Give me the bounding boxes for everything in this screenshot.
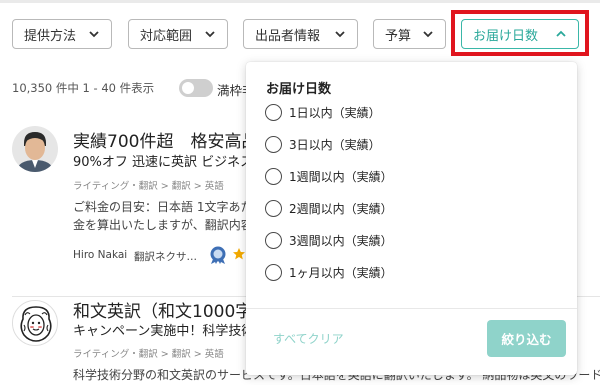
option-3-days[interactable]: 3日以内（実績） — [265, 133, 381, 155]
filter-scope[interactable]: 対応範囲 — [128, 19, 228, 49]
filter-label: 出品者情報 — [255, 28, 321, 44]
breadcrumb: ライティング・翻訳 > 翻訳 > 英語 — [73, 349, 224, 360]
listing-subtitle: キャンペーン実施中！科学技術 — [73, 324, 255, 339]
option-1-week[interactable]: 1週間以内（実績） — [265, 165, 393, 187]
filter-label: 対応範囲 — [140, 28, 193, 44]
radio-button[interactable] — [265, 135, 282, 153]
listing-description-line: ご料金の目安：日本語 1文字あた — [73, 200, 253, 214]
listing-description-line: 金を算出いたしますが、翻訳内容 — [73, 218, 253, 232]
availability-toggle[interactable] — [179, 79, 213, 97]
star-icon — [233, 248, 245, 260]
option-label: 3日以内（実績） — [289, 137, 381, 152]
results-count: 10,350 件中 1 - 40 件表示 — [12, 81, 155, 95]
radio-button[interactable] — [265, 263, 282, 281]
highlight-box — [451, 10, 589, 56]
filter-delivery-method[interactable]: 提供方法 — [12, 19, 112, 49]
listing-title[interactable]: 和文英訳（和文1000字 — [73, 297, 252, 322]
listing-subtitle: 90%オフ 迅速に英訳 ビジネス — [73, 155, 254, 170]
top-divider — [0, 0, 600, 3]
delivery-days-dropdown: お届け日数 1日以内（実績） 3日以内（実績） 1週間以内（実績） 2週間以内（… — [246, 62, 577, 375]
filter-seller-info[interactable]: 出品者情報 — [243, 19, 358, 49]
option-3-weeks[interactable]: 3週間以内（実績） — [265, 229, 393, 251]
chevron-down-icon — [335, 31, 345, 38]
filter-label: 提供方法 — [24, 28, 77, 44]
option-label: 2週間以内（実績） — [289, 201, 393, 216]
chevron-down-icon — [423, 31, 433, 38]
dropdown-divider — [246, 308, 577, 309]
option-2-weeks[interactable]: 2週間以内（実績） — [265, 197, 393, 219]
seller-name[interactable]: Hiro Nakai — [73, 249, 127, 261]
option-label: 1ヶ月以内（実績） — [289, 265, 393, 280]
option-label: 3週間以内（実績） — [289, 233, 393, 248]
dropdown-title: お届け日数 — [266, 82, 332, 97]
radio-button[interactable] — [265, 167, 282, 185]
option-label: 1日以内（実績） — [289, 105, 381, 120]
option-1-month[interactable]: 1ヶ月以内（実績） — [265, 261, 393, 283]
seller-rank: 翻訳ネクサ… — [134, 251, 197, 263]
radio-button[interactable] — [265, 199, 282, 217]
avatar[interactable] — [12, 300, 58, 346]
radio-button[interactable] — [265, 103, 282, 121]
clear-all-button[interactable]: すべてクリア — [273, 330, 344, 347]
medal-icon — [210, 246, 226, 264]
chevron-down-icon — [205, 31, 215, 38]
listing-title[interactable]: 実績700件超 格安高品 — [73, 127, 258, 152]
filter-label: 予算 — [385, 28, 412, 44]
apply-filter-button[interactable]: 絞り込む — [487, 320, 566, 357]
toggle-knob — [182, 82, 194, 94]
avatar[interactable] — [12, 126, 58, 172]
option-1-day[interactable]: 1日以内（実績） — [265, 101, 381, 123]
filter-budget[interactable]: 予算 — [373, 19, 446, 49]
breadcrumb: ライティング・翻訳 > 翻訳 > 英語 — [73, 181, 224, 192]
option-label: 1週間以内（実績） — [289, 169, 393, 184]
radio-button[interactable] — [265, 231, 282, 249]
chevron-down-icon — [89, 31, 99, 38]
